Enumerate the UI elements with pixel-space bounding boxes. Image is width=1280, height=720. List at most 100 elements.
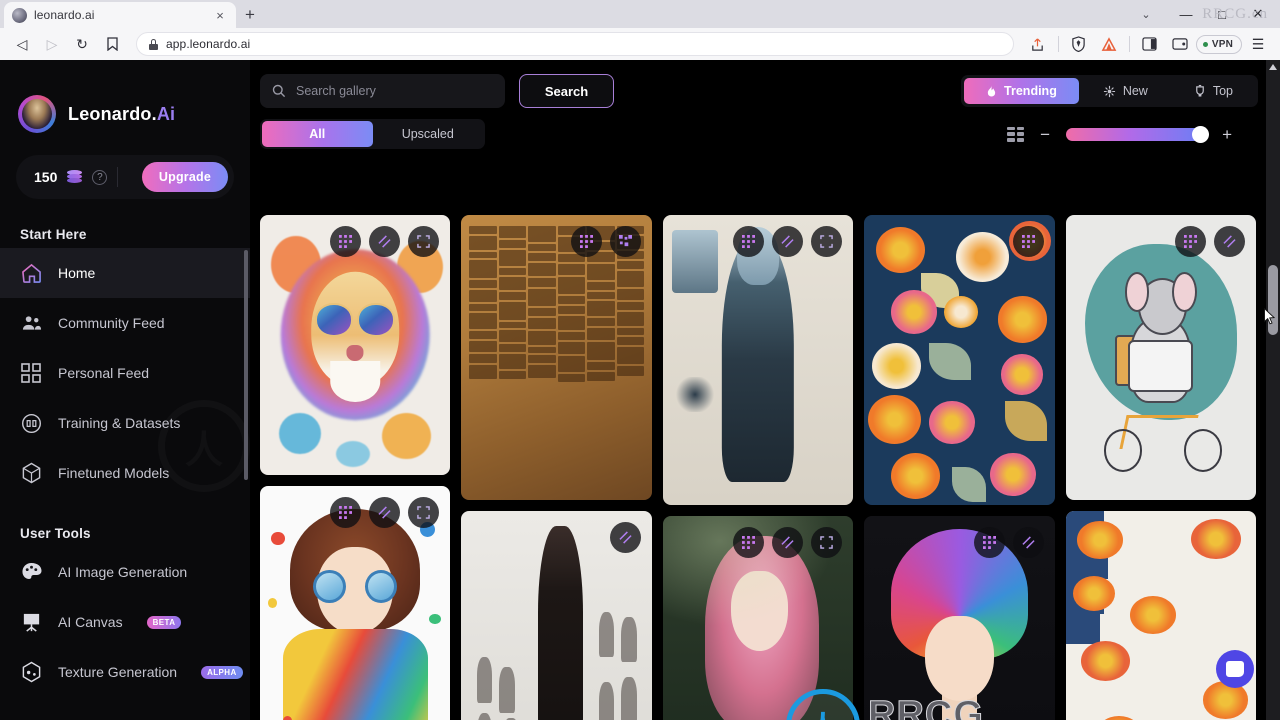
tab-strip: leonardo.ai × + ⌄ — □ ✕ <box>0 0 1280 28</box>
gallery-card-koala-riding-bicycle[interactable] <box>1065 215 1256 500</box>
brand-logo-area[interactable]: Leonardo.Ai <box>0 60 250 133</box>
variations-icon[interactable] <box>609 522 641 553</box>
remix-icon[interactable] <box>1175 226 1207 257</box>
sidebar-item-community-feed[interactable]: Community Feed <box>0 298 250 348</box>
chat-support-button[interactable] <box>1216 650 1254 688</box>
browser-tab[interactable]: leonardo.ai × <box>4 2 236 28</box>
remix-icon[interactable] <box>330 226 362 257</box>
zoom-slider[interactable] <box>1066 125 1210 143</box>
variations-icon[interactable] <box>772 226 804 257</box>
scroll-up-arrow-icon[interactable] <box>1269 64 1277 70</box>
sidebar-item-ai-canvas[interactable]: AI Canvas BETA <box>0 597 250 647</box>
sidebar-panel-icon[interactable] <box>1136 31 1164 57</box>
sort-tab-new[interactable]: New <box>1081 78 1170 104</box>
sidebar-item-texture-generation[interactable]: Texture Generation ALPHA <box>0 647 250 697</box>
search-input[interactable] <box>296 84 493 98</box>
view-tab-upscaled[interactable]: Upscaled <box>373 121 484 147</box>
sidebar-scrollbar[interactable] <box>244 250 248 480</box>
sidebar-item-ai-image-generation[interactable]: AI Image Generation <box>0 547 250 597</box>
leonardo-logo-icon <box>18 95 56 133</box>
remix-icon[interactable] <box>330 497 362 528</box>
gallery-card-colorful-lion-sunglasses[interactable] <box>260 215 451 475</box>
zoom-out-button[interactable]: − <box>1040 126 1050 143</box>
reload-icon[interactable]: ↻ <box>68 31 96 57</box>
variations-icon[interactable] <box>609 226 641 257</box>
help-icon[interactable]: ? <box>92 169 108 185</box>
card-action-buttons <box>973 527 1044 558</box>
minimize-button[interactable]: — <box>1168 0 1204 28</box>
tab-close-icon[interactable]: × <box>212 7 228 23</box>
leonardo-app: 人 Leonardo.Ai 150 ? Upgrade Start Here <box>0 60 1280 720</box>
sort-tab-label: Top <box>1212 84 1233 98</box>
forward-icon[interactable]: ▷ <box>38 31 66 57</box>
sidebar-item-label: Finetuned Models <box>58 465 170 481</box>
brave-shield-icon[interactable] <box>1065 31 1093 57</box>
sort-tab-top[interactable]: Top <box>1172 78 1255 104</box>
page-scrollbar[interactable] <box>1266 60 1280 720</box>
remix-icon[interactable] <box>570 226 602 257</box>
gallery-column <box>662 215 854 720</box>
sidebar-item-label: Home <box>58 265 96 281</box>
share-icon[interactable] <box>1024 31 1052 57</box>
expand-icon[interactable] <box>811 527 843 558</box>
corner-watermark: RRCG.cn <box>1202 6 1268 22</box>
search-field-wrapper[interactable] <box>260 74 505 108</box>
variations-icon[interactable] <box>1012 527 1044 558</box>
gallery-card-girl-blue-glasses-hoodie[interactable] <box>260 486 451 720</box>
gallery-card-orange-floral-pattern-navy[interactable] <box>864 215 1055 505</box>
tab-search-chevron-icon[interactable]: ⌄ <box>1124 0 1168 28</box>
sidebar-item-finetuned-models[interactable]: Finetuned Models <box>0 448 250 498</box>
zoom-in-button[interactable]: + <box>1222 126 1232 143</box>
search-icon <box>272 84 286 98</box>
gallery-card-rainbow-hair-portrait[interactable] <box>864 516 1055 720</box>
sidebar-item-label: AI Image Generation <box>58 564 188 580</box>
remix-icon[interactable] <box>973 527 1005 558</box>
gallery-card-blue-haired-warrior-character[interactable] <box>662 215 854 505</box>
view-tab-all[interactable]: All <box>262 121 373 147</box>
expand-icon[interactable] <box>408 497 440 528</box>
address-bar[interactable]: app.leonardo.ai <box>136 32 1014 56</box>
sidebar-section-user-tools: User Tools <box>20 526 91 541</box>
texture-cube-icon <box>20 661 42 683</box>
vpn-status-badge[interactable]: VPN <box>1195 34 1242 54</box>
grid-density-icon[interactable] <box>1007 126 1025 142</box>
card-action-buttons <box>330 226 440 257</box>
card-action-buttons <box>733 527 843 558</box>
sort-tab-trending[interactable]: Trending <box>964 78 1079 104</box>
vpn-label: VPN <box>1211 38 1233 50</box>
upgrade-button[interactable]: Upgrade <box>141 162 228 192</box>
search-button[interactable]: Search <box>519 74 614 108</box>
variations-icon[interactable] <box>369 226 401 257</box>
remix-icon[interactable] <box>1012 226 1044 257</box>
back-icon[interactable]: ◁ <box>8 31 36 57</box>
card-action-buttons <box>1012 226 1044 257</box>
sidebar: 人 Leonardo.Ai 150 ? Upgrade Start Here <box>0 60 250 720</box>
sidebar-item-training-datasets[interactable]: Training & Datasets <box>0 398 250 448</box>
gallery-card-egyptian-hieroglyph-wall[interactable] <box>461 215 652 500</box>
variations-icon[interactable] <box>1214 226 1246 257</box>
tab-title: leonardo.ai <box>34 8 95 22</box>
remix-icon[interactable] <box>733 527 765 558</box>
sidebar-item-personal-feed[interactable]: Personal Feed <box>0 348 250 398</box>
variations-icon[interactable] <box>369 497 401 528</box>
new-tab-button[interactable]: + <box>236 2 264 28</box>
gallery-column <box>260 215 451 720</box>
gallery-card-dark-haired-warrior-sheet[interactable] <box>461 511 652 720</box>
divider <box>1057 36 1059 52</box>
home-icon <box>20 262 42 284</box>
gallery-card-pink-haired-fantasy-woman[interactable] <box>662 516 854 720</box>
browser-menu-icon[interactable]: ☰ <box>1244 31 1272 57</box>
training-icon <box>20 412 42 434</box>
mouse-cursor-icon <box>1264 308 1275 325</box>
gallery-card-orange-floral-pattern-cream[interactable] <box>1065 511 1256 720</box>
expand-icon[interactable] <box>811 226 843 257</box>
gallery-toolbar: Search Trending New <box>250 60 1280 149</box>
leo-ai-icon[interactable] <box>1095 31 1123 57</box>
wallet-icon[interactable] <box>1166 31 1194 57</box>
remix-icon[interactable] <box>733 226 765 257</box>
expand-icon[interactable] <box>408 226 440 257</box>
zoom-slider-thumb[interactable] <box>1192 125 1210 143</box>
sidebar-item-home[interactable]: Home <box>0 248 250 298</box>
bookmark-icon[interactable] <box>98 31 126 57</box>
variations-icon[interactable] <box>772 527 804 558</box>
